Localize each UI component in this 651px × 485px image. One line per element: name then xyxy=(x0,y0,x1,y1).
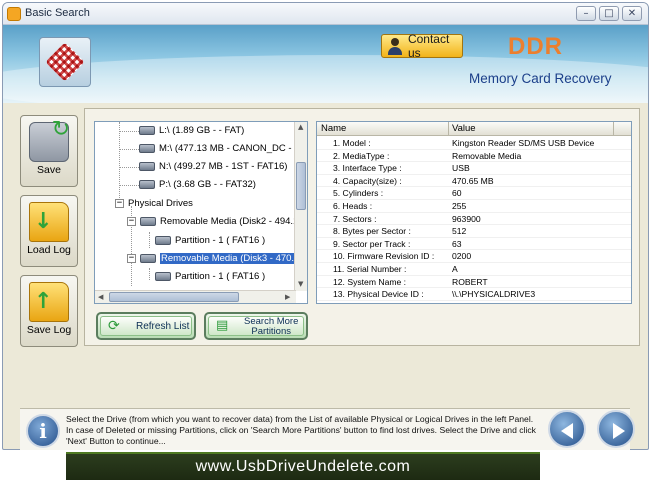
table-row: 4. Capacity(size) :470.65 MB xyxy=(317,175,631,188)
collapse-icon[interactable]: − xyxy=(127,216,136,226)
tree-item-disk2-partition[interactable]: Partition - 1 ( FAT16 ) xyxy=(155,233,265,249)
table-row: 1. Model : Kingston Reader SD/MS USB Devi… xyxy=(317,137,631,150)
save-log-label: Save Log xyxy=(26,324,72,336)
window-controls: – □ ✕ xyxy=(576,6,642,21)
logo-icon xyxy=(45,42,85,82)
brand-logo: DDR xyxy=(508,33,563,60)
drive-icon xyxy=(139,179,155,189)
drive-tree[interactable]: L:\ (1.89 GB - - FAT) M:\ (477.13 MB - C… xyxy=(94,121,308,304)
window-title: Basic Search xyxy=(25,7,90,19)
next-button[interactable] xyxy=(597,410,635,448)
column-name-header[interactable]: Name xyxy=(321,123,346,134)
table-row: 10. Firmware Revision ID :0200 xyxy=(317,250,631,263)
scroll-down-icon[interactable]: ▼ xyxy=(298,280,303,288)
scroll-left-icon[interactable]: ◀ xyxy=(98,293,103,301)
column-value-header[interactable]: Value xyxy=(452,123,476,134)
properties-table: Name Value 1. Model : Kingston Reader SD/… xyxy=(316,121,632,304)
tree-item-drive-l[interactable]: L:\ (1.89 GB - - FAT) xyxy=(139,123,244,139)
minimize-button[interactable]: – xyxy=(576,6,596,21)
tree-item-drive-n[interactable]: N:\ (499.27 MB - 1ST - FAT16) xyxy=(139,159,287,175)
tree-item-drive-p[interactable]: P:\ (3.68 GB - - FAT32) xyxy=(139,177,256,193)
collapse-icon[interactable]: − xyxy=(127,253,136,263)
scroll-thumb[interactable] xyxy=(109,292,239,302)
tree-item-disk3[interactable]: − Removable Media (Disk3 - 470.65 xyxy=(127,251,306,267)
website-footer: www.UsbDriveUndelete.com xyxy=(66,452,540,480)
tree-item-disk3-partition[interactable]: Partition - 1 ( FAT16 ) xyxy=(155,269,265,285)
disk-refresh-icon xyxy=(29,117,70,162)
app-icon xyxy=(7,7,21,21)
table-row: 2. MediaType : Removable Media xyxy=(317,150,631,163)
save-button[interactable]: Save xyxy=(20,115,78,187)
product-name: Memory Card Recovery xyxy=(469,71,612,86)
folder-load-icon xyxy=(29,202,69,242)
refresh-list-button[interactable]: ⟳ Refresh List xyxy=(96,312,196,340)
removable-media-icon xyxy=(140,216,156,226)
table-row: 7. Sectors :963900 xyxy=(317,213,631,226)
logo xyxy=(39,37,91,87)
person-icon xyxy=(386,37,403,55)
table-row: 12. System Name : ROBERT xyxy=(317,276,631,289)
table-row: 13. Physical Device ID : \\.\PHYSICALDRIV… xyxy=(317,288,631,301)
title-bar: Basic Search – □ ✕ xyxy=(3,3,648,25)
load-log-label: Load Log xyxy=(27,244,71,256)
folder-save-icon xyxy=(29,282,69,322)
save-log-button[interactable]: Save Log xyxy=(20,275,78,347)
contact-us-button[interactable]: Contact us xyxy=(381,32,463,60)
help-text: Select the Drive (from which you want to… xyxy=(66,414,536,446)
drive-icon xyxy=(139,125,155,135)
save-label: Save xyxy=(37,164,61,176)
refresh-list-label: Refresh List xyxy=(136,321,190,332)
removable-media-icon xyxy=(140,253,156,263)
tree-item-drive-m[interactable]: M:\ (477.13 MB - CANON_DC - FA xyxy=(139,141,306,157)
table-header: Name Value xyxy=(317,122,631,136)
scroll-up-icon[interactable]: ▲ xyxy=(298,123,303,131)
tree-vertical-scrollbar[interactable]: ▲ ▼ xyxy=(294,122,307,291)
table-row: 5. Cylinders :60 xyxy=(317,187,631,200)
partition-icon xyxy=(155,271,171,281)
back-button[interactable] xyxy=(548,410,586,448)
table-row: 3. Interface Type : USB xyxy=(317,162,631,175)
partition-icon xyxy=(155,235,171,245)
table-row: 6. Heads :255 xyxy=(317,200,631,213)
info-icon: i xyxy=(26,414,60,448)
table-row: 8. Bytes per Sector :512 xyxy=(317,225,631,238)
refresh-icon: ⟳ xyxy=(108,318,120,334)
tree-horizontal-scrollbar[interactable]: ◀ ▶ xyxy=(95,290,296,303)
header-banner: Contact us DDR Memory Card Recovery xyxy=(3,25,648,103)
drive-icon xyxy=(139,143,155,153)
search-more-partitions-button[interactable]: ▤ Search More Partitions xyxy=(204,312,308,340)
drive-icon xyxy=(139,161,155,171)
tree-item-disk2[interactable]: − Removable Media (Disk2 - 494.19 xyxy=(127,214,304,230)
search-more-partitions-label: Search More Partitions xyxy=(244,316,299,337)
close-button[interactable]: ✕ xyxy=(622,6,642,21)
tree-item-physical-drives[interactable]: − Physical Drives xyxy=(115,196,193,212)
contact-us-label: Contact us xyxy=(407,32,450,60)
table-row: 11. Serial Number :A xyxy=(317,263,631,276)
scroll-right-icon[interactable]: ▶ xyxy=(285,293,290,301)
drive-search-icon: ▤ xyxy=(216,318,229,333)
maximize-button[interactable]: □ xyxy=(599,6,619,21)
table-row: 9. Sector per Track :63 xyxy=(317,238,631,251)
scroll-thumb[interactable] xyxy=(296,162,306,210)
collapse-icon[interactable]: − xyxy=(115,198,124,208)
load-log-button[interactable]: Load Log xyxy=(20,195,78,267)
